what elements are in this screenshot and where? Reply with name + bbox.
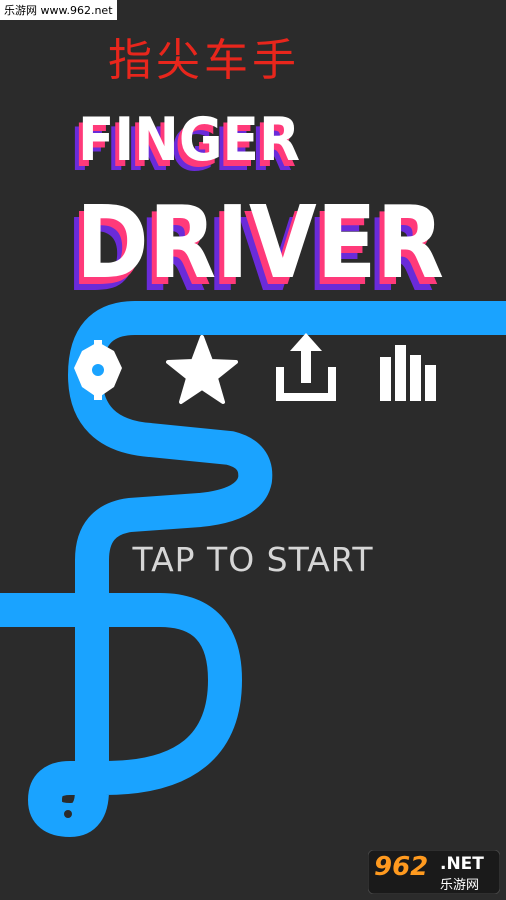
badge-sub: 乐游网 — [440, 878, 480, 893]
star-icon — [166, 335, 238, 404]
leaderboard-icon — [380, 345, 436, 401]
gear-icon — [74, 340, 122, 400]
rate-button[interactable] — [166, 335, 238, 405]
share-icon — [276, 333, 336, 401]
leaderboard-button[interactable] — [380, 345, 436, 401]
settings-button[interactable] — [68, 340, 128, 400]
badge-net: .NET — [440, 854, 484, 874]
logo-line1: FINGER — [78, 105, 300, 175]
tap-to-start[interactable]: TAP TO START — [0, 540, 506, 579]
site-badge: 962 .NET 乐游网 — [368, 850, 500, 894]
share-button[interactable] — [276, 333, 336, 401]
game-logo: FINGER FINGER FINGER DRIVER DRIVER DRIVE… — [66, 105, 444, 300]
logo-line2: DRIVER — [76, 184, 444, 300]
badge-number: 962 — [374, 852, 429, 882]
